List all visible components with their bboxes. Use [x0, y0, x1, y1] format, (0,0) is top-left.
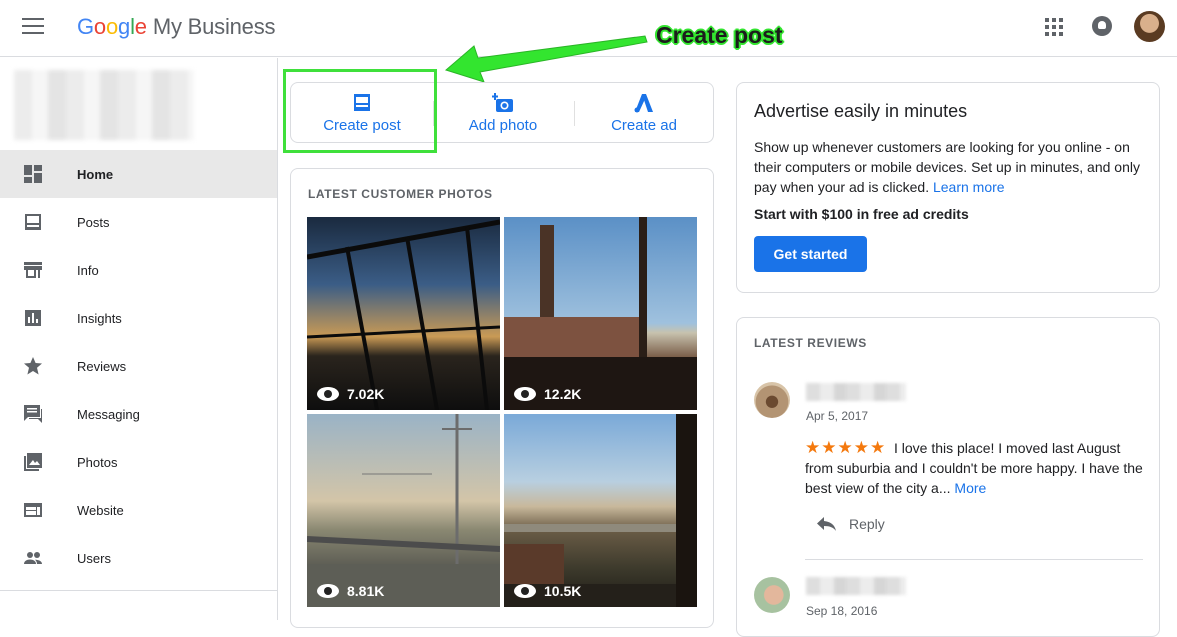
reviewer-avatar[interactable]	[754, 577, 790, 613]
sidebar: Home Posts Info Insights Reviews Messagi…	[0, 58, 278, 620]
customer-photo[interactable]: 10.5K	[504, 414, 697, 607]
callout-arrow-icon	[444, 35, 648, 83]
sidebar-item-users[interactable]: Users	[0, 534, 277, 582]
apps-grid-icon[interactable]	[1045, 18, 1063, 36]
photo-views: 12.2K	[514, 386, 581, 402]
hamburger-menu-icon[interactable]	[22, 18, 44, 36]
sidebar-item-messaging[interactable]: Messaging	[0, 390, 277, 438]
city-view-graphic	[504, 414, 697, 607]
star-icon	[24, 357, 42, 375]
eye-icon	[514, 584, 536, 598]
eye-icon	[317, 584, 339, 598]
dashboard-icon	[24, 165, 42, 183]
sidebar-item-home[interactable]: Home	[0, 150, 277, 198]
reviews-heading: LATEST REVIEWS	[754, 336, 867, 350]
create-post-highlight	[283, 69, 437, 153]
reviewer-name-redacted	[806, 577, 906, 595]
eye-icon	[514, 387, 536, 401]
reviewer-name-redacted	[806, 383, 906, 401]
latest-reviews-card: LATEST REVIEWS Apr 5, 2017 ★★★★★ I love …	[736, 317, 1160, 637]
review-date: Sep 18, 2016	[806, 604, 878, 618]
customer-photo[interactable]: 7.02K	[307, 217, 500, 410]
sidebar-item-insights[interactable]: Insights	[0, 294, 277, 342]
photo-views: 10.5K	[514, 583, 581, 599]
review-divider	[805, 559, 1143, 560]
sidebar-item-photos[interactable]: Photos	[0, 438, 277, 486]
reply-icon	[817, 517, 836, 531]
add-photo-icon	[492, 93, 513, 112]
advertise-card: Advertise easily in minutes Show up when…	[736, 82, 1160, 293]
review-date: Apr 5, 2017	[806, 409, 869, 423]
review-text: ★★★★★ I love this place! I moved last Au…	[805, 438, 1143, 496]
window-frame-graphic	[307, 219, 500, 410]
web-icon	[24, 503, 42, 517]
smokestack-graphic	[504, 217, 697, 410]
review-stars: ★★★★★	[805, 438, 887, 457]
business-name-redacted	[14, 70, 194, 140]
add-photo-button[interactable]: Add photo	[433, 83, 573, 143]
notifications-icon[interactable]	[1092, 16, 1112, 36]
ad-credit-text: Start with $100 in free ad credits	[754, 206, 969, 222]
photo-views: 7.02K	[317, 386, 384, 402]
google-ads-icon	[634, 94, 653, 113]
people-icon	[24, 552, 42, 564]
power-tower-graphic	[307, 414, 500, 607]
storefront-icon	[24, 262, 42, 278]
image-icon	[24, 453, 42, 471]
sidebar-item-info[interactable]: Info	[0, 246, 277, 294]
callout-label: Create post	[656, 22, 783, 48]
create-ad-button[interactable]: Create ad	[574, 83, 714, 143]
latest-photos-card: LATEST CUSTOMER PHOTOS 7.02K 12.2K 8.81K	[290, 168, 714, 628]
sidebar-item-website[interactable]: Website	[0, 486, 277, 534]
account-avatar[interactable]	[1134, 11, 1165, 42]
reviewer-avatar[interactable]	[754, 382, 790, 418]
bar-chart-icon	[25, 310, 41, 326]
eye-icon	[317, 387, 339, 401]
photo-views: 8.81K	[317, 583, 384, 599]
photos-heading: LATEST CUSTOMER PHOTOS	[308, 187, 493, 201]
reply-button[interactable]: Reply	[817, 516, 885, 532]
review-more-link[interactable]: More	[954, 480, 986, 496]
chat-icon	[24, 405, 42, 423]
learn-more-link[interactable]: Learn more	[933, 179, 1005, 195]
advertise-description: Show up whenever customers are looking f…	[754, 139, 1140, 195]
advertise-title: Advertise easily in minutes	[754, 101, 968, 121]
sidebar-item-reviews[interactable]: Reviews	[0, 342, 277, 390]
customer-photo[interactable]: 12.2K	[504, 217, 697, 410]
posts-icon	[25, 214, 41, 230]
get-started-button[interactable]: Get started	[754, 236, 867, 272]
sidebar-item-posts[interactable]: Posts	[0, 198, 277, 246]
google-my-business-logo[interactable]: Google My Business	[77, 14, 276, 40]
customer-photo[interactable]: 8.81K	[307, 414, 500, 607]
sidebar-divider	[0, 590, 277, 591]
